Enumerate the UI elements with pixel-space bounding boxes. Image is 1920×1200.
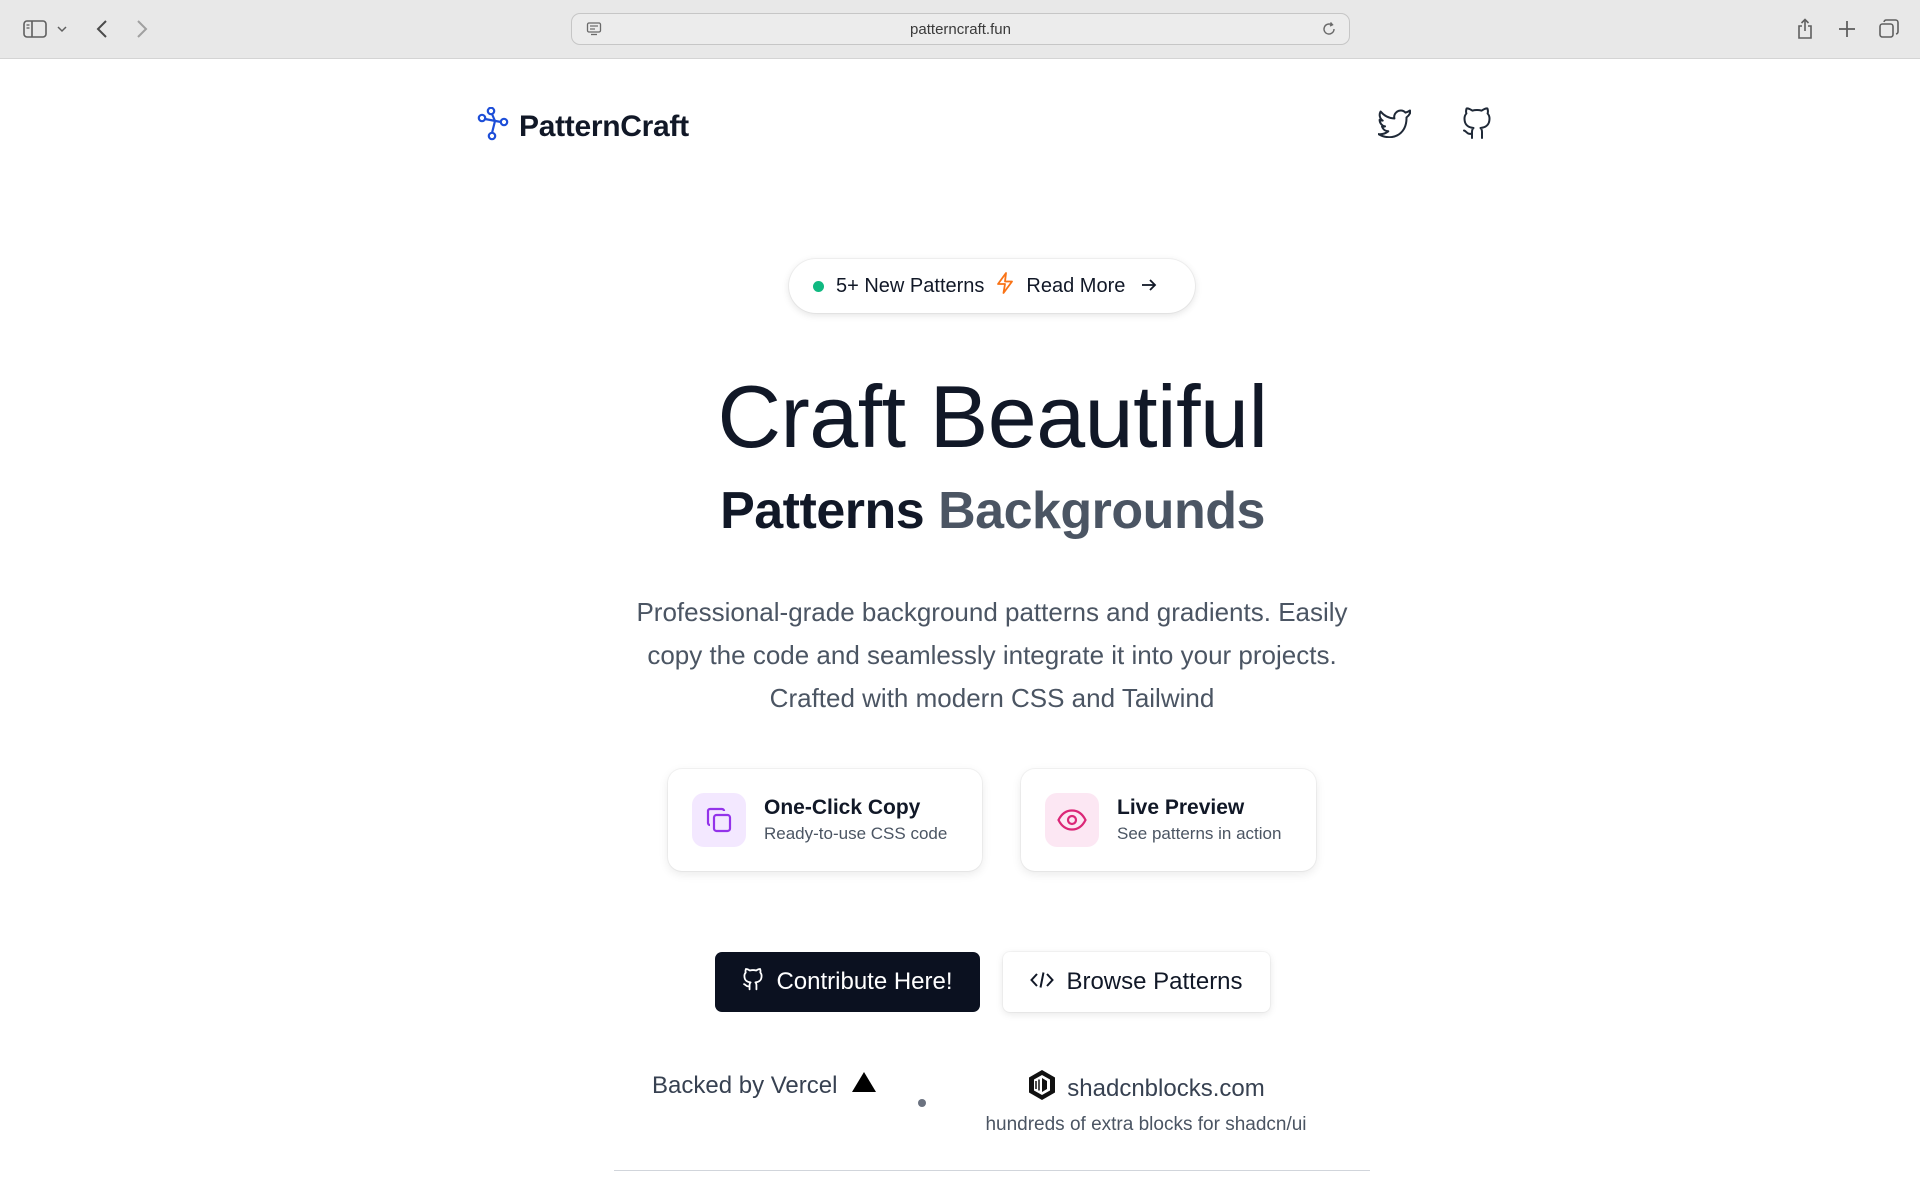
arrow-right-icon — [1141, 275, 1157, 298]
lightning-icon — [996, 272, 1014, 300]
status-dot — [813, 280, 824, 292]
hero-description: Professional-grade background patterns a… — [600, 591, 1384, 720]
sidebar-toggle-icon[interactable] — [20, 14, 50, 44]
separator-dot — [918, 1099, 926, 1107]
read-more-link[interactable]: Read More — [1026, 275, 1125, 298]
copy-icon — [692, 793, 746, 847]
new-tab-icon[interactable] — [1835, 14, 1859, 44]
pattern-logo-icon — [477, 106, 511, 146]
shadcnblocks-name: shadcnblocks.com — [1067, 1074, 1265, 1102]
forward-icon[interactable] — [130, 14, 154, 44]
chevron-down-icon[interactable] — [55, 14, 69, 44]
back-icon[interactable] — [90, 14, 114, 44]
browser-toolbar: patterncraft.fun — [0, 0, 1920, 59]
feature-card-copy: One-Click Copy Ready-to-use CSS code — [668, 769, 982, 871]
shadcnblocks-logo-icon — [1027, 1069, 1057, 1108]
shadcnblocks-sponsor[interactable]: shadcnblocks.com hundreds of extra block… — [961, 1069, 1331, 1136]
tab-overview-icon[interactable] — [1876, 14, 1902, 44]
new-patterns-badge[interactable]: 5+ New Patterns Read More — [789, 259, 1195, 313]
page-content: PatternCraft 5+ New Patterns Read More C… — [0, 59, 1920, 1200]
contribute-label: Contribute Here! — [776, 968, 953, 995]
feature-subtitle: See patterns in action — [1117, 824, 1282, 843]
url-text: patterncraft.fun — [910, 20, 1011, 38]
vercel-sponsor[interactable]: Backed by Vercel — [652, 1071, 877, 1100]
backed-label: Backed by Vercel — [652, 1071, 838, 1099]
description-line: Professional-grade background patterns a… — [636, 597, 1348, 627]
badge-count-label: 5+ New Patterns — [836, 274, 985, 297]
hero-title: Craft Beautiful — [717, 367, 1268, 466]
vercel-triangle-icon — [851, 1071, 877, 1100]
address-bar[interactable]: patterncraft.fun — [571, 13, 1350, 45]
reload-icon[interactable] — [1321, 21, 1337, 42]
feature-subtitle: Ready-to-use CSS code — [764, 824, 948, 843]
section-divider — [614, 1170, 1370, 1171]
site-settings-icon[interactable] — [586, 21, 602, 42]
twitter-icon[interactable] — [1375, 103, 1415, 143]
feature-card-preview: Live Preview See patterns in action — [1021, 769, 1316, 871]
eye-icon — [1045, 793, 1099, 847]
browse-patterns-button[interactable]: Browse Patterns — [1003, 952, 1270, 1012]
github-icon[interactable] — [1457, 103, 1497, 143]
description-line: copy the code and seamlessly integrate i… — [647, 640, 1337, 670]
browse-label: Browse Patterns — [1066, 968, 1243, 995]
description-line: Crafted with modern CSS and Tailwind — [769, 683, 1215, 713]
share-icon[interactable] — [1793, 14, 1817, 44]
brand-logo[interactable]: PatternCraft — [477, 106, 689, 146]
feature-title: One-Click Copy — [764, 796, 921, 819]
github-icon — [742, 967, 764, 998]
hero-subtitle-backgrounds: Backgrounds — [938, 482, 1265, 540]
hero-subtitle-patterns: Patterns — [720, 482, 925, 540]
brand-name: PatternCraft — [519, 109, 689, 143]
shadcnblocks-tagline: hundreds of extra blocks for shadcn/ui — [985, 1114, 1307, 1135]
code-icon — [1030, 968, 1055, 996]
feature-title: Live Preview — [1117, 796, 1245, 819]
hero-subtitle: Patterns Backgrounds — [0, 479, 1920, 543]
contribute-button[interactable]: Contribute Here! — [715, 952, 980, 1012]
